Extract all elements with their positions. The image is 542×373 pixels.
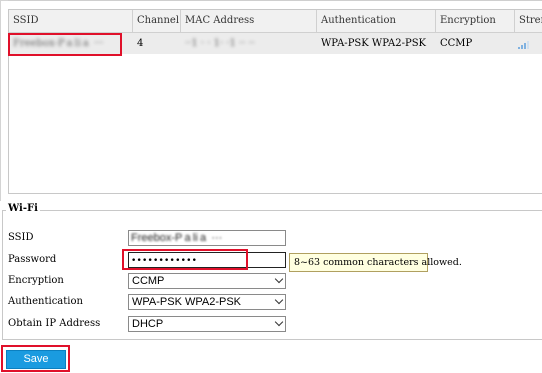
password-hint-tooltip: 8~63 common characters allowed. — [289, 253, 462, 272]
encryption-select[interactable]: CCMP — [128, 273, 286, 289]
ssid-label: SSID — [8, 232, 34, 243]
authentication-value: WPA-PSK WPA2-PSK — [132, 296, 242, 308]
obtain-ip-select[interactable]: DHCP — [128, 316, 286, 332]
cell-ssid: Freebox-P a li a ··· — [9, 33, 133, 54]
password-label: Password — [8, 254, 57, 265]
ssid-input[interactable]: Freebox-P a li a ··· — [128, 230, 286, 246]
cell-authentication: WPA-PSK WPA2-PSK — [321, 38, 427, 49]
column-header-encryption[interactable]: Encryption — [436, 10, 515, 32]
obtain-ip-value: DHCP — [132, 318, 164, 330]
chevron-down-icon — [274, 317, 284, 327]
signal-strength-icon — [518, 41, 532, 49]
table-row[interactable]: Freebox-P a li a ··· 4 ··1 · · 1· ·1 ·· … — [9, 33, 542, 54]
cell-encryption: CCMP — [440, 38, 473, 49]
password-input[interactable]: •••••••••••• — [128, 252, 286, 268]
column-header-ssid[interactable]: SSID — [9, 10, 133, 32]
encryption-label: Encryption — [8, 275, 64, 286]
obtain-ip-label: Obtain IP Address — [8, 318, 101, 329]
signal-bar — [524, 43, 526, 49]
encryption-value: CCMP — [132, 275, 165, 287]
chevron-down-icon — [274, 295, 284, 305]
table-header: SSID Channel MAC Address Authentication … — [9, 10, 542, 33]
cell-channel: 4 — [137, 38, 144, 49]
save-button[interactable]: Save — [6, 350, 66, 369]
column-header-authentication[interactable]: Authentication — [317, 10, 436, 32]
wifi-legend: Wi-Fi — [6, 203, 40, 214]
ssid-input-value: Freebox-P a li a ··· — [131, 232, 223, 244]
authentication-label: Authentication — [8, 296, 83, 307]
column-header-channel[interactable]: Channel — [133, 10, 181, 32]
column-header-strength[interactable]: Strength — [515, 10, 542, 32]
signal-bar — [527, 41, 529, 49]
password-value: •••••••••••• — [131, 256, 198, 266]
wifi-scan-table: SSID Channel MAC Address Authentication … — [8, 9, 542, 194]
column-header-mac-address[interactable]: MAC Address — [181, 10, 317, 32]
chevron-down-icon — [274, 274, 284, 284]
signal-bar — [521, 45, 523, 49]
cell-mac-address: ··1 · · 1· ·1 ·· ·· — [181, 33, 317, 54]
signal-bar — [518, 47, 520, 49]
authentication-select[interactable]: WPA-PSK WPA2-PSK — [128, 294, 286, 310]
ssid-text: Freebox-P a li a ··· — [13, 38, 104, 49]
mac-text: ··1 · · 1· ·1 ·· ·· — [185, 38, 255, 49]
